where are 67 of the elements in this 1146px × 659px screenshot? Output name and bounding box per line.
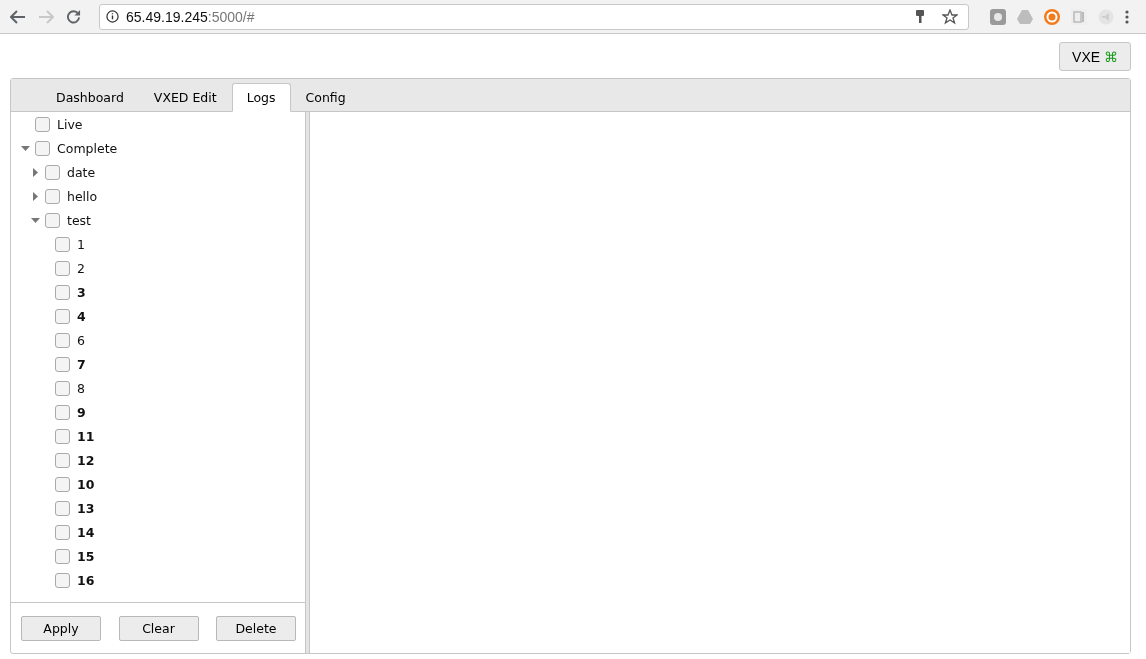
checkbox[interactable] xyxy=(55,404,70,420)
extension-icon[interactable] xyxy=(990,8,1006,25)
tree-item-label[interactable]: 14 xyxy=(77,524,95,540)
tree-item-label[interactable]: 4 xyxy=(77,308,86,324)
caret-down-icon[interactable] xyxy=(20,145,30,151)
tree-item-label[interactable]: 12 xyxy=(77,452,95,468)
tree-item-label[interactable]: 8 xyxy=(77,380,85,396)
checkbox[interactable] xyxy=(55,284,70,300)
checkbox[interactable] xyxy=(55,380,70,396)
checkbox[interactable] xyxy=(55,476,70,492)
caret-down-icon[interactable] xyxy=(30,217,40,223)
action-button[interactable]: Clear xyxy=(118,615,199,641)
tree-item-label[interactable]: 13 xyxy=(77,500,95,516)
tree-item-label[interactable]: 9 xyxy=(77,404,86,420)
tree-item-label[interactable]: Complete xyxy=(57,140,118,156)
action-button[interactable]: Apply xyxy=(21,615,101,641)
checkbox[interactable] xyxy=(55,548,70,564)
action-button[interactable]: Delete xyxy=(216,615,296,641)
tree-item-label[interactable]: 10 xyxy=(77,476,95,492)
tree-item-label[interactable]: 11 xyxy=(77,428,95,444)
checkbox[interactable] xyxy=(55,428,70,444)
tree-item-label[interactable]: 1 xyxy=(77,236,85,252)
star-icon[interactable] xyxy=(942,8,958,25)
vxe-button[interactable]: VXE ⌘ xyxy=(1059,42,1131,71)
back-icon[interactable] xyxy=(10,9,26,24)
checkbox[interactable] xyxy=(35,140,50,156)
checkbox[interactable] xyxy=(55,524,70,540)
menu-icon[interactable] xyxy=(1125,9,1129,24)
tab[interactable]: Config xyxy=(290,83,361,112)
splitter-handle[interactable] xyxy=(306,112,310,653)
caret-right-icon[interactable] xyxy=(32,167,38,177)
tree-item-label[interactable]: 2 xyxy=(77,260,85,276)
tree-item-label[interactable]: test xyxy=(67,212,91,228)
checkbox[interactable] xyxy=(45,212,60,228)
tab[interactable]: Dashboard xyxy=(41,83,139,112)
checkbox[interactable] xyxy=(45,164,60,180)
megaphone-icon[interactable] xyxy=(1098,8,1114,25)
forward-icon[interactable] xyxy=(38,9,54,24)
checkbox[interactable] xyxy=(55,572,70,588)
tab[interactable]: Logs xyxy=(231,83,291,112)
checkbox[interactable] xyxy=(55,500,70,516)
checkbox[interactable] xyxy=(55,260,70,276)
tree-item-label[interactable]: 6 xyxy=(77,332,85,348)
tree-item-label[interactable]: 15 xyxy=(77,548,95,564)
tree-item-label[interactable]: 16 xyxy=(77,572,95,588)
lifebuoy-icon[interactable] xyxy=(1044,8,1060,25)
address-bar[interactable]: 65.49.19.245:5000/# xyxy=(99,3,969,30)
tree-item-label[interactable]: 7 xyxy=(77,356,86,372)
extension-icon[interactable] xyxy=(1071,8,1087,25)
key-icon[interactable] xyxy=(915,9,925,24)
url-text: 65.49.19.245:5000/# xyxy=(126,8,256,25)
checkbox[interactable] xyxy=(55,308,70,324)
tree-item-label[interactable]: hello xyxy=(67,188,98,204)
caret-right-icon[interactable] xyxy=(32,191,38,201)
checkbox[interactable] xyxy=(35,116,50,132)
tree-item-label[interactable]: Live xyxy=(57,116,83,132)
tree-item-label[interactable]: 3 xyxy=(77,284,86,300)
checkbox[interactable] xyxy=(45,188,60,204)
checkbox[interactable] xyxy=(55,356,70,372)
drive-icon[interactable] xyxy=(1017,9,1033,24)
tab[interactable]: VXED Edit xyxy=(138,83,232,112)
checkbox[interactable] xyxy=(55,236,70,252)
tree-item-label[interactable]: date xyxy=(67,164,96,180)
checkbox[interactable] xyxy=(55,452,70,468)
reload-icon[interactable] xyxy=(66,9,81,24)
checkbox[interactable] xyxy=(55,332,70,348)
info-icon[interactable] xyxy=(106,10,119,23)
